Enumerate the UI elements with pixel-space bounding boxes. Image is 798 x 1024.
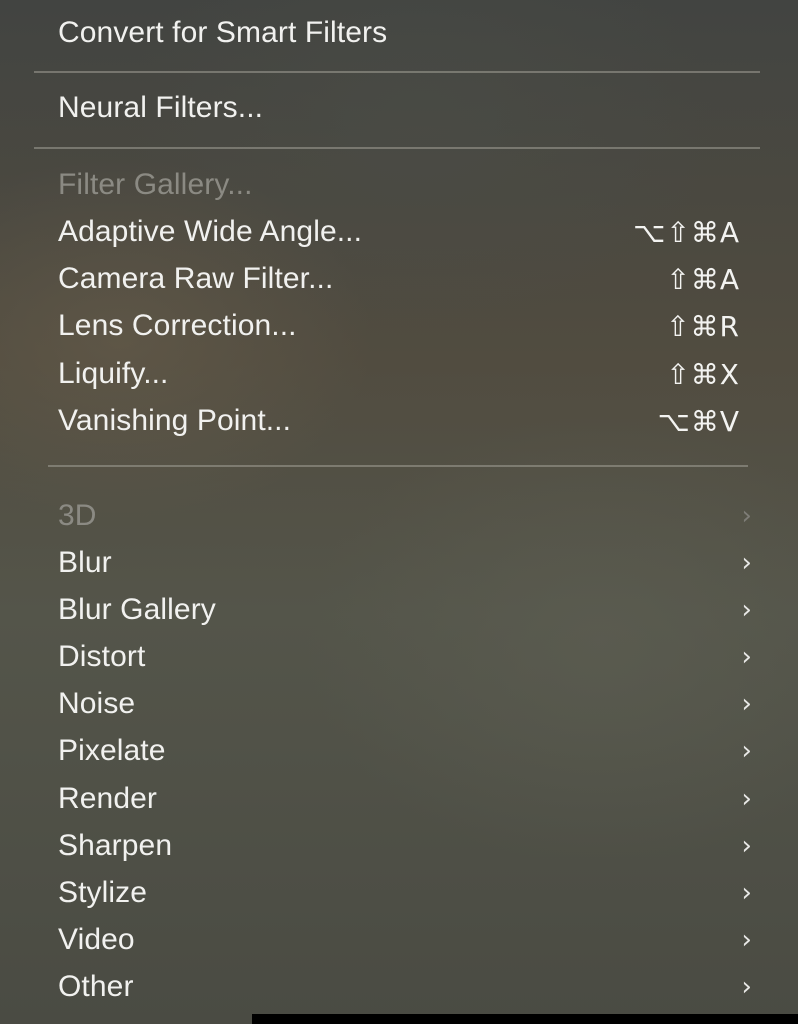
menu-item-liquify[interactable]: Liquify... ⇧⌘X (58, 354, 740, 394)
menu-item-filter-gallery: Filter Gallery... (58, 165, 740, 205)
menu-item-shortcut: ⇧⌘X (666, 357, 740, 391)
menu-item-noise[interactable]: Noise › (58, 684, 752, 724)
chevron-right-icon: › (741, 595, 752, 625)
menu-item-stylize[interactable]: Stylize › (58, 873, 752, 913)
menu-item-label: Stylize (58, 876, 148, 909)
menu-item-label: Distort (58, 640, 146, 673)
menu-item-render[interactable]: Render › (58, 779, 752, 819)
bottom-edge-bar (252, 1014, 798, 1024)
menu-item-label: Noise (58, 687, 136, 720)
chevron-right-icon: › (741, 642, 752, 672)
chevron-right-icon: › (741, 736, 752, 766)
menu-item-pixelate[interactable]: Pixelate › (58, 731, 752, 771)
chevron-right-icon: › (741, 689, 752, 719)
chevron-right-icon: › (741, 878, 752, 908)
menu-item-label: Lens Correction... (58, 309, 297, 342)
chevron-right-icon: › (741, 972, 752, 1002)
menu-item-label: Video (58, 923, 135, 956)
menu-item-label: Render (58, 782, 157, 815)
menu-item-adaptive-wide-angle[interactable]: Adaptive Wide Angle... ⌥⇧⌘A (58, 212, 740, 252)
menu-separator (34, 71, 760, 73)
menu-item-label: Convert for Smart Filters (58, 16, 388, 49)
menu-item-convert-for-smart-filters[interactable]: Convert for Smart Filters (58, 13, 740, 53)
menu-item-label: Pixelate (58, 734, 166, 767)
menu-item-blur-gallery[interactable]: Blur Gallery › (58, 590, 752, 630)
menu-item-label: Neural Filters... (58, 91, 264, 124)
chevron-right-icon: › (741, 784, 752, 814)
menu-item-other[interactable]: Other › (58, 967, 752, 1007)
menu-item-camera-raw-filter[interactable]: Camera Raw Filter... ⇧⌘A (58, 259, 740, 299)
menu-item-3d: 3D › (58, 496, 752, 536)
chevron-right-icon: › (741, 925, 752, 955)
filter-menu: Convert for Smart Filters Neural Filters… (0, 0, 798, 1024)
menu-item-label: Sharpen (58, 829, 173, 862)
menu-item-shortcut: ⇧⌘R (666, 309, 740, 343)
menu-item-label: Vanishing Point... (58, 404, 292, 437)
menu-item-video[interactable]: Video › (58, 920, 752, 960)
chevron-right-icon: › (741, 831, 752, 861)
menu-item-blur[interactable]: Blur › (58, 543, 752, 583)
menu-separator (34, 147, 760, 149)
menu-item-shortcut: ⇧⌘A (666, 262, 740, 296)
menu-item-distort[interactable]: Distort › (58, 637, 752, 677)
menu-item-neural-filters[interactable]: Neural Filters... (58, 88, 740, 128)
menu-separator (48, 465, 748, 467)
menu-item-shortcut: ⌥⌘V (657, 404, 740, 438)
chevron-right-icon: › (741, 548, 752, 578)
menu-item-vanishing-point[interactable]: Vanishing Point... ⌥⌘V (58, 401, 740, 441)
chevron-right-icon: › (741, 501, 752, 531)
menu-item-label: Other (58, 970, 134, 1003)
menu-item-label: Blur Gallery (58, 593, 216, 626)
menu-item-shortcut: ⌥⇧⌘A (633, 215, 740, 249)
menu-item-lens-correction[interactable]: Lens Correction... ⇧⌘R (58, 306, 740, 346)
menu-item-sharpen[interactable]: Sharpen › (58, 826, 752, 866)
menu-item-label: Liquify... (58, 357, 169, 390)
menu-item-label: 3D (58, 499, 97, 532)
menu-item-label: Filter Gallery... (58, 168, 253, 201)
menu-item-label: Adaptive Wide Angle... (58, 215, 363, 248)
menu-item-label: Camera Raw Filter... (58, 262, 334, 295)
menu-item-label: Blur (58, 546, 112, 579)
